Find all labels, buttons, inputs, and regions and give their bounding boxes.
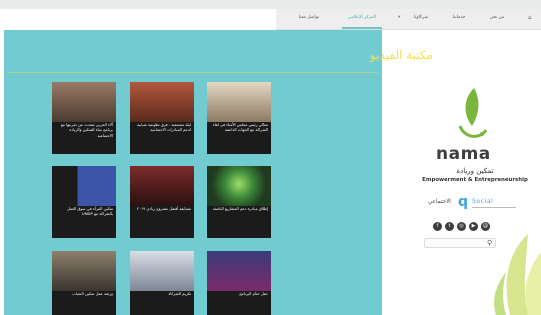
nav-services[interactable]: خدماتنا <box>444 15 474 25</box>
qs-divider <box>472 207 516 208</box>
qs-social-logo: الاجتماعي q Social <box>428 194 518 210</box>
video-thumbnail <box>130 82 194 122</box>
video-caption: تمكين المرأة في سوق العمل بالشراكة مع UN… <box>67 206 113 217</box>
nama-leaf-logo-icon <box>458 88 488 138</box>
page-title: مكتبة الفيديو <box>369 48 433 62</box>
brand-tagline-ar: تمكين وريادة <box>456 167 494 175</box>
video-caption: ليلة مجتمعية - فرق تطوعية شبابية لدعم ال… <box>137 122 191 133</box>
video-thumbnail <box>207 251 271 291</box>
video-card[interactable]: مسابقة أفضل مشروع ريادي ٢٠١٩ <box>130 166 194 238</box>
video-caption: معالي رئيس مجلس الأمناء في لقاء الشراكة … <box>212 122 268 133</box>
search-input[interactable]: ⚲ <box>424 238 496 248</box>
chevron-down-icon[interactable]: ▾ <box>398 15 400 20</box>
brand-tagline-en: Empowerment & Entrepreneurship <box>422 177 528 183</box>
video-thumbnail <box>52 251 116 291</box>
email-icon[interactable]: @ <box>481 222 490 231</box>
video-card[interactable]: تمكين المرأة في سوق العمل بالشراكة مع UN… <box>52 166 116 238</box>
video-caption: إطلاق مبادرة دعم المشاريع الناشئة <box>212 206 268 211</box>
video-thumbnail <box>130 251 194 291</box>
video-caption: مسابقة أفضل مشروع ريادي ٢٠١٩ <box>137 206 191 211</box>
video-card[interactable]: حفل ختام البرنامج <box>207 251 271 315</box>
video-thumbnail <box>52 166 116 206</box>
nav-media-center[interactable]: المركز الإعلامي <box>338 15 386 25</box>
video-thumbnail <box>207 166 271 206</box>
video-card[interactable]: معالي رئيس مجلس الأمناء في لقاء الشراكة … <box>207 82 271 154</box>
facebook-icon[interactable]: f <box>433 222 442 231</box>
main-nav: تواصل معنا المركز الإعلامي ▾ شركاؤنا خدم… <box>276 9 541 30</box>
qs-logo-icon: q <box>458 194 469 210</box>
nav-partners[interactable]: شركاؤنا <box>406 15 436 25</box>
video-card[interactable]: ليلة مجتمعية - فرق تطوعية شبابية لدعم ال… <box>130 82 194 154</box>
video-caption: آلاء الحربي تتحدث عن تجربتها مع برنامج ن… <box>60 122 113 138</box>
video-card[interactable]: ورشة عمل تمكين الشباب <box>52 251 116 315</box>
browser-top-strip <box>0 0 541 9</box>
home-icon[interactable]: ⌂ <box>528 15 532 21</box>
nav-about[interactable]: من نحن <box>482 15 512 25</box>
brand-name: nama <box>436 144 491 164</box>
video-card[interactable]: آلاء الحربي تتحدث عن تجربتها مع برنامج ن… <box>52 82 116 154</box>
nav-active-underline <box>342 27 382 29</box>
video-thumbnail <box>52 82 116 122</box>
twitter-icon[interactable]: t <box>445 222 454 231</box>
video-thumbnail <box>207 82 271 122</box>
video-caption: حفل ختام البرنامج <box>239 291 268 296</box>
instagram-icon[interactable]: ◎ <box>457 222 466 231</box>
social-links: f t ◎ ▶ @ <box>433 222 490 232</box>
video-card[interactable]: إطلاق مبادرة دعم المشاريع الناشئة <box>207 166 271 238</box>
video-thumbnail <box>130 166 194 206</box>
video-caption: تكريم الشركاء <box>168 291 191 296</box>
youtube-icon[interactable]: ▶ <box>469 222 478 231</box>
video-card[interactable]: تكريم الشركاء <box>130 251 194 315</box>
decorative-leaves <box>494 234 541 315</box>
title-divider <box>8 72 378 73</box>
qs-label-ar: الاجتماعي <box>428 199 451 205</box>
video-caption: ورشة عمل تمكين الشباب <box>72 291 113 296</box>
qs-label: Social <box>472 198 494 205</box>
nav-contact[interactable]: تواصل معنا <box>290 15 328 25</box>
